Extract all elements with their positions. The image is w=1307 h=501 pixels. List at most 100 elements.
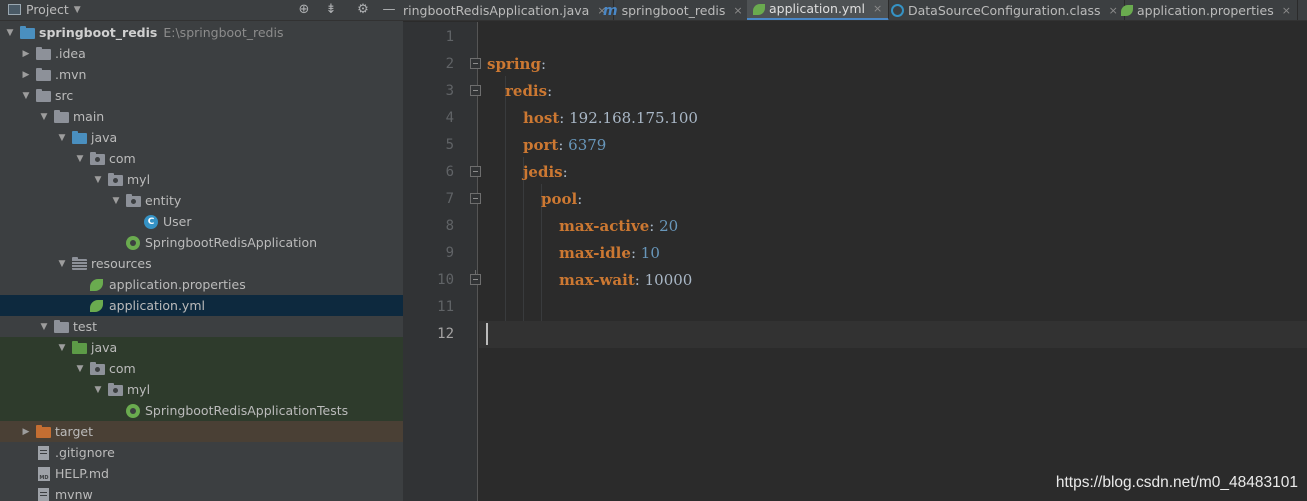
tree-node-test-myl[interactable]: ▼ myl: [0, 379, 403, 400]
expanded-arrow-icon[interactable]: ▼: [110, 195, 122, 207]
expanded-arrow-icon[interactable]: ▼: [38, 321, 50, 333]
expanded-arrow-icon[interactable]: ▼: [92, 174, 104, 186]
target-label: target: [55, 424, 94, 439]
line-number: 2: [445, 56, 454, 72]
tree-node-main-com[interactable]: ▼ com: [0, 148, 403, 169]
colon: :: [547, 82, 553, 100]
expanded-arrow-icon[interactable]: ▼: [56, 258, 68, 270]
test-label: test: [73, 319, 98, 334]
package-icon: [108, 382, 124, 397]
colon: :: [540, 55, 546, 73]
expanded-arrow-icon[interactable]: ▼: [20, 90, 32, 102]
expanded-arrow-icon[interactable]: ▼: [4, 27, 16, 39]
maven-icon: m: [603, 2, 618, 19]
source-folder-icon: [72, 130, 88, 145]
test-java-label: java: [91, 340, 118, 355]
code-line-7: pool:: [479, 186, 1307, 213]
tree-node-app-class[interactable]: SpringbootRedisApplication: [0, 232, 403, 253]
entity-label: entity: [145, 193, 182, 208]
line-number: 4: [445, 110, 454, 126]
tree-node-app-yml[interactable]: application.yml: [0, 295, 403, 316]
tree-node-src[interactable]: ▼ src: [0, 85, 403, 106]
expanded-arrow-icon[interactable]: ▼: [56, 342, 68, 354]
code-area[interactable]: spring: redis: host: 192.168.175.100 por…: [479, 22, 1307, 501]
mvn-label: .mvn: [55, 67, 87, 82]
tree-node-main-java[interactable]: ▼ java: [0, 127, 403, 148]
line-number: 10: [437, 272, 454, 288]
project-view-selector[interactable]: Project ▼: [8, 2, 81, 17]
excluded-folder-icon: [36, 424, 52, 439]
tab-springboot-redis-application-java[interactable]: ringbootRedisApplication.java ×: [403, 0, 614, 20]
line-number: 5: [445, 137, 454, 153]
colon: :: [630, 244, 636, 262]
tab-springboot-redis-pom[interactable]: m springboot_redis ×: [597, 0, 750, 21]
expanded-arrow-icon[interactable]: ▼: [38, 111, 50, 123]
tree-node-root[interactable]: ▼ springboot_redis E:\springboot_redis: [0, 22, 403, 43]
colon: :: [649, 217, 655, 235]
tree-node-test-java[interactable]: ▼ java: [0, 337, 403, 358]
colon: :: [558, 136, 564, 154]
app-class-label: SpringbootRedisApplication: [145, 235, 318, 250]
tab-application-yml[interactable]: application.yml ×: [747, 0, 890, 20]
tree-node-main-myl[interactable]: ▼ myl: [0, 169, 403, 190]
close-icon[interactable]: ×: [1282, 1, 1291, 21]
code-line-9: max-idle: 10: [479, 240, 1307, 267]
app-properties-label: application.properties: [109, 277, 246, 292]
test-source-folder-icon: [72, 340, 88, 355]
idea-label: .idea: [55, 46, 86, 61]
editor-gutter[interactable]: 1 2 3 4 5 6 7 8 9 10 11 12: [403, 22, 481, 501]
tree-node-main[interactable]: ▼ main: [0, 106, 403, 127]
expanded-arrow-icon[interactable]: ▼: [74, 153, 86, 165]
tree-node-entity[interactable]: ▼ entity: [0, 190, 403, 211]
tab-datasource-configuration-class[interactable]: DataSourceConfiguration.class ×: [885, 0, 1125, 20]
collapse-icon[interactable]: ⇟: [322, 1, 340, 19]
tree-node-target[interactable]: ▶ target: [0, 421, 403, 442]
tree-node-user[interactable]: C User: [0, 211, 403, 232]
tree-node-app-properties[interactable]: application.properties: [0, 274, 403, 295]
yaml-key: redis: [505, 82, 548, 100]
tree-node-mvnw[interactable]: mvnw: [0, 484, 403, 501]
tree-node-gitignore[interactable]: .gitignore: [0, 442, 403, 463]
package-icon: [126, 193, 142, 208]
yaml-value: 10000: [644, 271, 693, 289]
code-line-3: redis:: [479, 78, 1307, 105]
target-icon[interactable]: ⊕: [295, 1, 313, 19]
project-toolbar: Project ▼ ⊕ ⇟ ⚙ —: [0, 0, 403, 21]
close-icon[interactable]: ×: [873, 0, 882, 19]
gear-icon[interactable]: ⚙: [354, 1, 372, 19]
tree-node-mvn[interactable]: ▶ .mvn: [0, 64, 403, 85]
collapsed-arrow-icon[interactable]: ▶: [20, 69, 32, 81]
code-line-8: max-active: 20: [479, 213, 1307, 240]
folder-icon: [36, 88, 52, 103]
gitignore-label: .gitignore: [55, 445, 115, 460]
root-path: E:\springboot_redis: [163, 25, 284, 40]
tree-node-test[interactable]: ▼ test: [0, 316, 403, 337]
close-icon[interactable]: ×: [733, 1, 742, 21]
collapsed-arrow-icon[interactable]: ▶: [20, 426, 32, 438]
tree-node-idea[interactable]: ▶ .idea: [0, 43, 403, 64]
tree-node-help[interactable]: MD HELP.md: [0, 463, 403, 484]
tree-node-test-com[interactable]: ▼ com: [0, 358, 403, 379]
code-line-5: port: 6379: [479, 132, 1307, 159]
expanded-arrow-icon[interactable]: ▼: [92, 384, 104, 396]
code-line-4: host: 192.168.175.100: [479, 105, 1307, 132]
collapsed-arrow-icon[interactable]: ▶: [20, 48, 32, 60]
tree-node-test-class[interactable]: SpringbootRedisApplicationTests: [0, 400, 403, 421]
folder-icon: [54, 319, 70, 334]
line-number: 8: [445, 218, 454, 234]
code-editor[interactable]: 1 2 3 4 5 6 7 8 9 10 11 12 spring: redis…: [403, 22, 1307, 501]
expanded-arrow-icon[interactable]: ▼: [56, 132, 68, 144]
tab-label: application.yml: [769, 1, 865, 16]
code-line-10: max-wait: 10000: [479, 267, 1307, 294]
yaml-value: 10: [640, 244, 660, 262]
spring-config-file-icon: [1121, 5, 1133, 16]
project-view-title: Project: [26, 2, 69, 17]
expanded-arrow-icon[interactable]: ▼: [74, 363, 86, 375]
tab-application-properties[interactable]: application.properties ×: [1115, 0, 1298, 21]
tree-node-resources[interactable]: ▼ resources: [0, 253, 403, 274]
class-file-icon: [891, 4, 904, 17]
line-number: 9: [445, 245, 454, 261]
resources-label: resources: [91, 256, 152, 271]
code-line-12-current[interactable]: [479, 321, 1307, 348]
hide-icon[interactable]: —: [380, 1, 398, 19]
